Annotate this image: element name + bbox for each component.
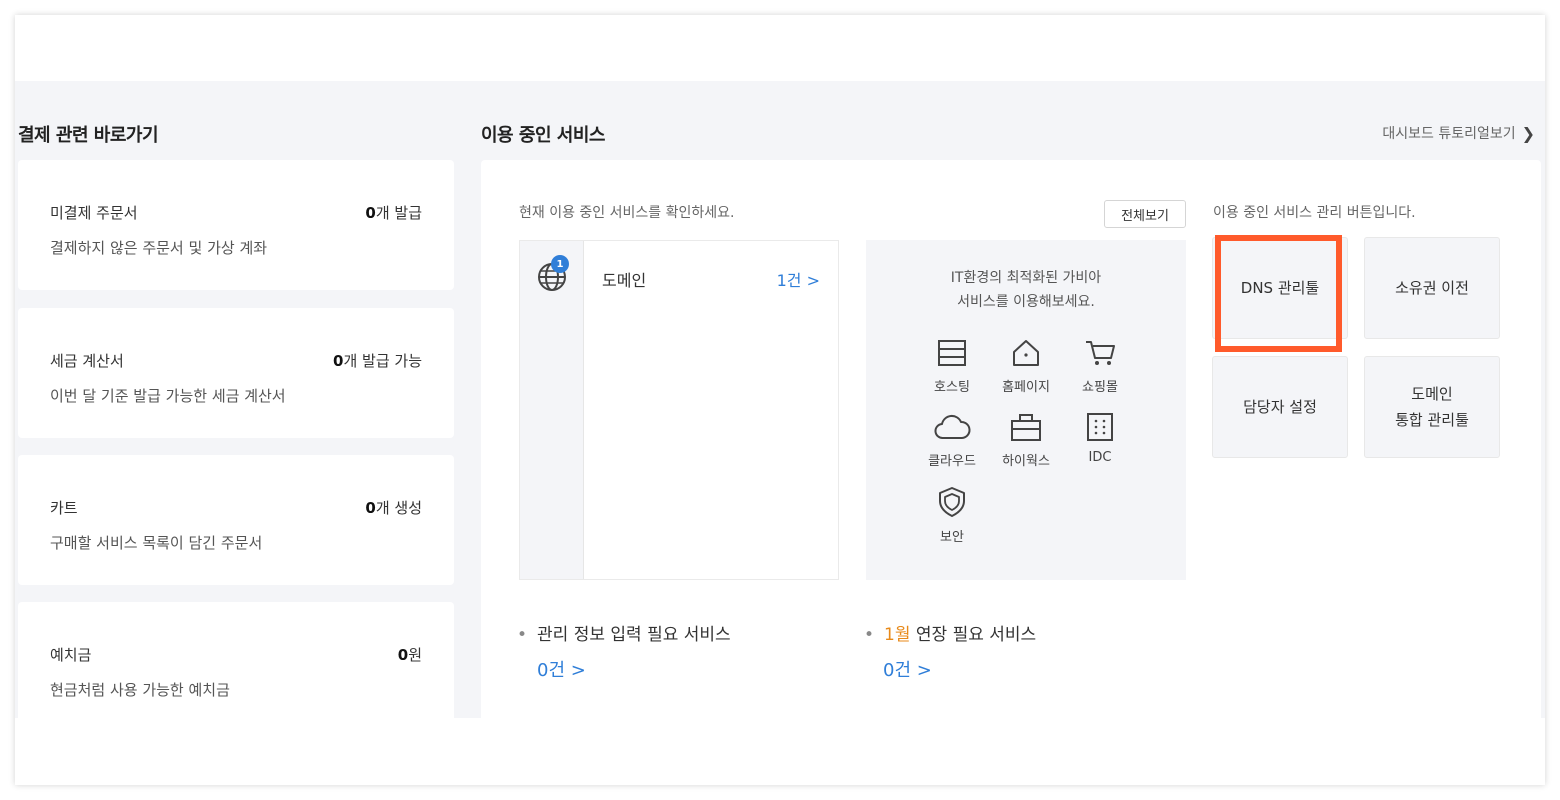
promo-line-2: 서비스를 이용해보세요.	[957, 294, 1095, 310]
needs-info-text: 관리 정보 입력 필요 서비스	[537, 625, 731, 645]
domain-service-box[interactable]: 1 도메인 1건 >	[519, 240, 839, 580]
renewal-text: 연장 필요 서비스	[910, 625, 1037, 645]
unpaid-order-card[interactable]: 미결제 주문서 0개 발급 결제하지 않은 주문서 및 가상 계좌	[18, 160, 454, 290]
services-section-title: 이용 중인 서비스	[481, 125, 605, 146]
dashboard-frame: 결제 관련 바로가기 미결제 주문서 0개 발급 결제하지 않은 주문서 및 가…	[15, 15, 1545, 785]
promo-idc[interactable]: IDC	[1065, 412, 1135, 465]
card-value: 0원	[397, 646, 422, 664]
tutorial-label: 대시보드 튜토리얼보기	[1382, 126, 1516, 142]
card-value: 0개 생성	[365, 499, 422, 517]
card-desc: 결제하지 않은 주문서 및 가상 계좌	[50, 239, 268, 257]
tutorial-link[interactable]: 대시보드 튜토리얼보기 ❯	[1382, 123, 1535, 143]
domain-icon-column: 1	[520, 241, 584, 579]
hosting-icon	[938, 340, 966, 366]
bottom-bar	[15, 718, 1545, 785]
promo-hosting[interactable]: 호스팅	[917, 338, 987, 395]
security-icon	[939, 487, 965, 517]
promo-label: 보안	[940, 530, 964, 545]
card-desc: 현금처럼 사용 가능한 예치금	[50, 681, 230, 699]
renewal-label: • 1월 연장 필요 서비스	[864, 620, 1036, 645]
homepage-icon	[1013, 340, 1039, 366]
chevron-right-icon: ❯	[1521, 123, 1535, 143]
promo-label: 하이웍스	[1002, 454, 1050, 469]
card-name: 세금 계산서	[50, 352, 124, 370]
promo-security[interactable]: 보안	[917, 486, 987, 545]
promo-hiworks[interactable]: 하이웍스	[991, 412, 1061, 469]
button-line-1: 도메인	[1411, 385, 1453, 403]
tax-invoice-card[interactable]: 세금 계산서 0개 발급 가능 이번 달 기준 발급 가능한 세금 계산서	[18, 308, 454, 438]
ownership-transfer-button[interactable]: 소유권 이전	[1364, 237, 1500, 339]
card-name: 카트	[50, 499, 78, 517]
services-panel: 현재 이용 중인 서비스를 확인하세요. 전체보기 1 도메인 1건 > IT환…	[481, 160, 1541, 760]
promo-text: IT환경의 최적화된 가비아 서비스를 이용해보세요.	[866, 266, 1186, 314]
promo-label: 호스팅	[934, 380, 970, 395]
top-bar	[15, 15, 1545, 81]
promo-shopping[interactable]: 쇼핑몰	[1065, 338, 1135, 395]
button-line-2: 통합 관리툴	[1395, 411, 1469, 429]
promo-cloud[interactable]: 클라우드	[917, 412, 987, 469]
deposit-card[interactable]: 예치금 0원 현금처럼 사용 가능한 예치금	[18, 602, 454, 732]
cart-icon	[1086, 341, 1115, 365]
needs-info-label: • 관리 정보 입력 필요 서비스	[517, 620, 731, 645]
card-desc: 구매할 서비스 목록이 담긴 주문서	[50, 534, 263, 552]
cloud-icon	[934, 414, 971, 439]
promo-line-1: IT환경의 최적화된 가비아	[950, 270, 1102, 286]
payment-section-title: 결제 관련 바로가기	[18, 125, 159, 146]
bullet-dot: •	[864, 625, 875, 645]
card-name: 예치금	[50, 646, 92, 664]
services-hint: 현재 이용 중인 서비스를 확인하세요.	[519, 205, 735, 221]
promo-label: 홈페이지	[1002, 380, 1050, 395]
hiworks-icon	[1011, 414, 1041, 441]
manage-hint: 이용 중인 서비스 관리 버튼입니다.	[1213, 205, 1416, 221]
service-promo: IT환경의 최적화된 가비아 서비스를 이용해보세요. 호스팅 홈페이지 쇼핑몰…	[866, 240, 1186, 580]
domain-count-link[interactable]: 1건 >	[777, 267, 820, 291]
promo-label: IDC	[1088, 450, 1112, 465]
card-desc: 이번 달 기준 발급 가능한 세금 계산서	[50, 387, 286, 405]
needs-info-count-link[interactable]: 0건 >	[537, 656, 586, 682]
promo-label: 클라우드	[928, 454, 976, 469]
contact-setting-button[interactable]: 담당자 설정	[1212, 356, 1348, 458]
domain-label: 도메인	[602, 271, 647, 290]
dns-manager-button[interactable]: DNS 관리툴	[1212, 237, 1348, 339]
renewal-month: 1월	[884, 625, 911, 645]
domain-integrated-manager-button[interactable]: 도메인 통합 관리툴	[1364, 356, 1500, 458]
renewal-count-link[interactable]: 0건 >	[883, 656, 932, 682]
domain-count-badge: 1	[551, 255, 569, 273]
cart-card[interactable]: 카트 0개 생성 구매할 서비스 목록이 담긴 주문서	[18, 455, 454, 585]
promo-homepage[interactable]: 홈페이지	[991, 338, 1061, 395]
card-value: 0개 발급 가능	[333, 352, 422, 370]
bullet-dot: •	[517, 625, 528, 645]
idc-icon	[1087, 413, 1113, 441]
card-name: 미결제 주문서	[50, 204, 138, 222]
promo-label: 쇼핑몰	[1082, 380, 1118, 395]
card-value: 0개 발급	[365, 204, 422, 222]
view-all-button[interactable]: 전체보기	[1104, 200, 1186, 228]
